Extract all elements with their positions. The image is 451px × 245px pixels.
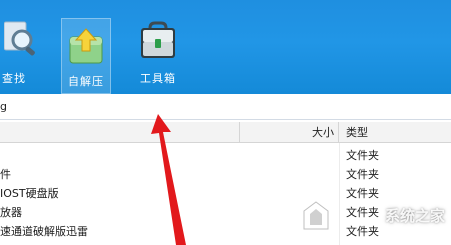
file-list: 文件夹 件 文件夹 IOST硬盘版 文件夹 放器 文件夹 速通道破解版迅雷 文件…: [0, 146, 451, 241]
address-text: g: [0, 100, 7, 113]
search-button[interactable]: 查找: [0, 20, 44, 92]
file-list-header: 大小 类型: [0, 122, 451, 143]
file-type: 文件夹: [346, 149, 379, 162]
toolbar: 查找 自解压 工具箱: [0, 0, 451, 94]
search-label: 查找: [2, 72, 26, 85]
list-item[interactable]: 放器 文件夹: [0, 203, 451, 222]
toolbox-icon: [134, 20, 182, 66]
file-type: 文件夹: [346, 168, 379, 181]
watermark-text: 系统之家: [384, 207, 445, 225]
self-extract-label: 自解压: [68, 75, 104, 88]
column-header-type[interactable]: 类型: [340, 122, 451, 143]
file-type: 文件夹: [346, 187, 379, 200]
self-extract-button[interactable]: 自解压: [61, 18, 111, 94]
magnifier-icon: [3, 20, 38, 66]
address-bar[interactable]: g: [0, 94, 451, 120]
toolbox-button[interactable]: 工具箱: [128, 20, 188, 92]
file-name: 速通道破解版迅雷: [0, 225, 88, 238]
file-name: 件: [0, 168, 11, 181]
self-extract-icon: [62, 27, 110, 73]
list-item[interactable]: 速通道破解版迅雷 文件夹: [0, 222, 451, 241]
column-header-name[interactable]: [0, 122, 240, 143]
column-header-size[interactable]: 大小: [240, 122, 339, 143]
file-name: IOST硬盘版: [0, 187, 59, 200]
file-type: 文件夹: [346, 206, 379, 219]
list-item[interactable]: IOST硬盘版 文件夹: [0, 184, 451, 203]
watermark-logo-icon: [303, 201, 329, 230]
list-item[interactable]: 件 文件夹: [0, 165, 451, 184]
list-item[interactable]: 文件夹: [0, 146, 451, 165]
toolbox-label: 工具箱: [140, 72, 176, 85]
file-name: 放器: [0, 206, 22, 219]
file-type: 文件夹: [346, 225, 379, 238]
